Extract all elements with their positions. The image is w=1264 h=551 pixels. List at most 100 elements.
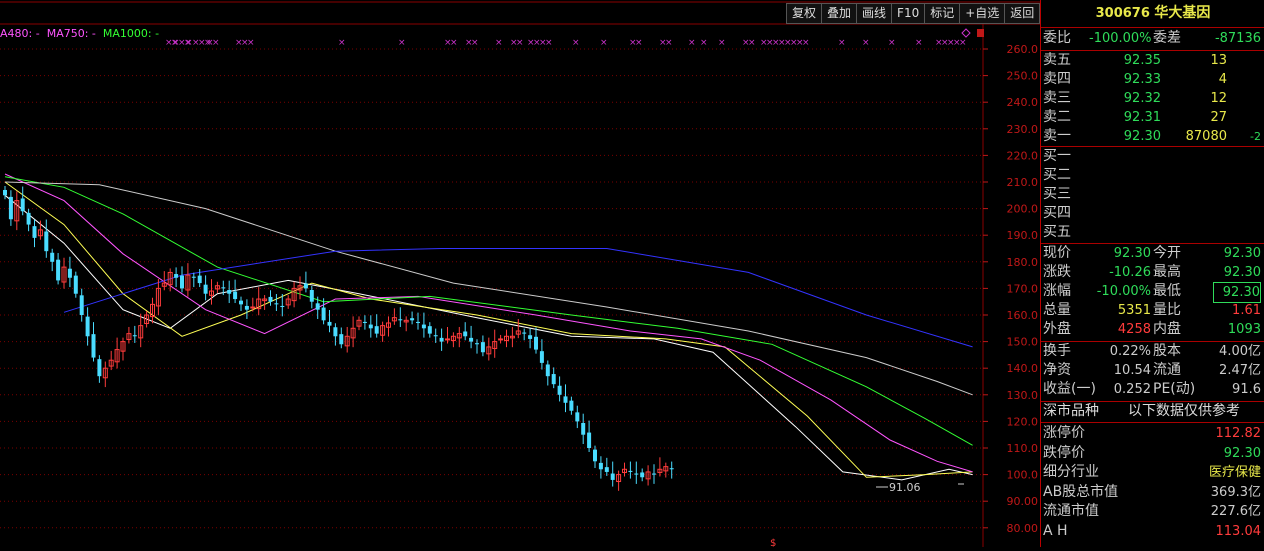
limit-value: 113.04 [1215,523,1262,539]
event-marker: × [862,38,870,48]
candle-body [410,318,415,321]
quote-label: 最高 [1153,264,1181,280]
y-tick-label: 180.0 [1007,256,1039,269]
chart-toolbar: 复权 叠加 画线 F10 标记 +自选 返回 [786,3,1041,24]
y-tick-label: 190.0 [1007,229,1039,242]
candle-body [433,335,438,337]
stock-name: 华大基因 [1154,5,1211,21]
event-markers: ×××××× ××××× ××× × × ×× ×× × ×× ×××× × × ×× ×× × × × ×× ××… [165,38,967,48]
event-marker: × [959,38,967,48]
quote-value: 4258 [1117,322,1151,337]
limit-value: 227.6亿 [1210,504,1261,519]
market-note: 深市品种 以下数据仅供参考 [1041,402,1264,421]
event-marker: × [471,38,479,48]
quote-row: 现价 92.30 今开 92.30 [1041,244,1264,263]
y-tick-label: 240.0 [1007,96,1039,109]
fuquan-button[interactable]: 复权 [786,3,823,24]
overlay-button[interactable]: 叠加 [821,3,858,24]
candle-body [191,276,196,278]
f10-button[interactable]: F10 [891,3,926,24]
candle-body [91,334,96,358]
ask-row: 卖三 92.32 12 [1041,89,1264,108]
candle-body [634,473,639,475]
candle-body [593,449,597,462]
quote-label: 总量 [1043,302,1071,318]
candle-body [197,275,202,284]
weibi-label: 委比 [1043,30,1071,46]
candle-body [551,374,556,385]
candle-body [73,275,78,294]
candle-body [180,275,184,289]
candle-body [416,321,420,323]
candle-body [439,337,444,342]
candle-body [445,338,450,341]
candle-body [309,289,314,302]
bid-label: 买二 [1043,167,1071,183]
candle-body [97,359,102,377]
add-watchlist-button[interactable]: +自选 [959,3,1006,24]
ask-label: 卖四 [1043,71,1071,87]
event-marker: × [338,38,346,48]
ma-line-ma60 [4,181,973,396]
candle-body [174,274,179,278]
quote-value: 1093 [1227,322,1261,337]
bid-label: 买四 [1043,205,1071,221]
candle-body [233,291,238,300]
candle-body [581,422,586,435]
limit-value: 369.3亿 [1210,484,1261,500]
ask-volume: 27 [1210,110,1227,125]
candle-body [85,316,90,337]
candle-body [20,198,25,212]
draw-line-button[interactable]: 画线 [856,3,893,24]
candle-body [421,324,426,329]
divider [1041,422,1264,423]
y-tick-label: 90.00 [1007,495,1039,508]
quote-label: 涨跌 [1043,264,1071,280]
event-marker: × [802,38,810,48]
candle-body [132,335,137,337]
market-note-label: 深市品种 [1043,403,1099,419]
quote-label: 内盘 [1153,321,1181,337]
limit-value: 医疗保健 [1208,465,1261,480]
limit-row: 细分行业 医疗保健 [1041,463,1264,482]
event-marker: × [600,38,608,48]
candle-body [67,268,72,278]
stats-label: PE(动) [1153,381,1196,397]
event-marker: × [450,38,458,48]
candle-body [539,351,544,363]
y-tick-label: 100.0 [1007,469,1039,482]
candle-body [79,295,84,315]
candle-body [56,259,61,281]
y-tick-label: 120.0 [1007,415,1039,428]
candle-body [575,412,580,422]
limit-label: 跌停价 [1043,444,1085,461]
mark-button[interactable]: 标记 [924,3,961,24]
bid-row: 买二 [1041,166,1264,185]
event-marker: × [545,38,553,48]
y-tick-label: 160.0 [1007,309,1039,322]
y-tick-label: 80.00 [1007,522,1039,535]
candle-body [227,289,232,294]
limit-row: 流通市值 227.6亿 [1041,502,1264,521]
stats-label: 流通 [1153,362,1181,378]
y-tick-label: 110.0 [1007,442,1039,455]
bid-label: 买一 [1043,148,1071,164]
stats-value: 4.00亿 [1219,344,1261,359]
candle-body [475,343,479,345]
price-axis: 260.0 250.0 240.0 230.0 220.0 210.0 200.0 190.0… [983,43,1038,535]
quote-value: -10.26 [1109,265,1151,280]
event-marker: × [495,38,503,48]
y-tick-label: 220.0 [1007,149,1039,162]
legend-ma1000: MA1000: - [102,27,160,40]
ask-price: 92.30 [1123,129,1161,144]
back-button[interactable]: 返回 [1004,3,1041,24]
limit-row: 涨停价 112.82 [1041,424,1264,443]
bid-row: 买四 [1041,204,1264,223]
legend-ma480: A480: - [0,27,40,40]
ask-price: 92.35 [1123,53,1161,68]
stock-header: 300676 华大基因 [1041,4,1264,23]
candle-body [333,327,338,337]
candle-body [32,226,37,238]
kline-chart[interactable]: 260.0 250.0 240.0 230.0 220.0 210.0 200.0 190.0… [0,0,1041,549]
kline-chart-svg[interactable]: 260.0 250.0 240.0 230.0 220.0 210.0 200.0 190.0… [0,0,1040,549]
